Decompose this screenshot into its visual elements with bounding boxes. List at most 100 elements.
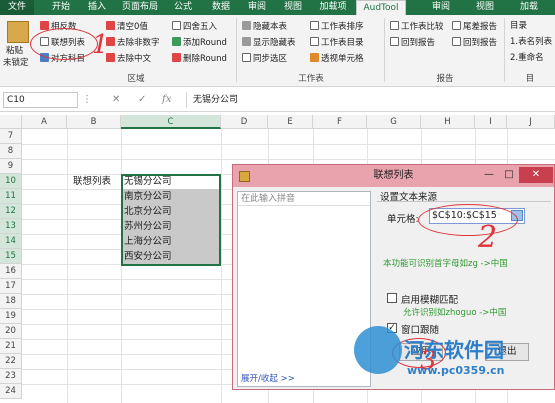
paste-icon[interactable]: [7, 21, 29, 43]
column-header-a[interactable]: A: [22, 115, 67, 129]
tab-page-layout[interactable]: 页面布局: [118, 0, 162, 15]
fx-icon[interactable]: fx: [162, 92, 171, 108]
tab-review[interactable]: 审阅: [240, 0, 274, 15]
remove-chinese-button[interactable]: 去除中文: [106, 53, 151, 65]
tab-review-2[interactable]: 审阅: [424, 0, 458, 15]
cancel-icon[interactable]: ✕: [112, 92, 120, 108]
maximize-icon[interactable]: □: [499, 167, 519, 183]
sheet-compare-button[interactable]: 工作表比较: [390, 21, 444, 33]
hide-sheet-label: 隐藏本表: [253, 22, 288, 32]
add-round-button[interactable]: 添加Round: [172, 37, 227, 49]
remove-nonnumeric-button[interactable]: 去除非数字: [106, 37, 160, 49]
row-header[interactable]: 21: [0, 339, 22, 354]
row-header[interactable]: 22: [0, 354, 22, 369]
sort-sheets-button[interactable]: 工作表排序: [310, 21, 364, 33]
hide-icon: [242, 21, 251, 30]
sheet-directory-button[interactable]: 工作表目录: [310, 37, 364, 49]
row-header[interactable]: 7: [0, 129, 22, 144]
row-header[interactable]: 16: [0, 264, 22, 279]
row-header[interactable]: 23: [0, 369, 22, 384]
column-header-h[interactable]: H: [421, 115, 475, 129]
column-header-f[interactable]: F: [313, 115, 367, 129]
show-hidden-button[interactable]: 显示隐藏表: [242, 37, 296, 49]
watermark-url: www.pc0359.cn: [407, 364, 505, 377]
cell-b10[interactable]: 联想列表: [70, 174, 121, 189]
sort-sheets-label: 工作表排序: [321, 22, 364, 32]
row-header[interactable]: 8: [0, 144, 22, 159]
dialog-titlebar[interactable]: 联想列表 — □ ✕: [233, 165, 554, 187]
row-header[interactable]: 9: [0, 159, 22, 174]
tab-insert[interactable]: 插入: [80, 0, 114, 15]
pivot-cell-label: 透视单元格: [321, 54, 364, 64]
annotation-number-1: 1: [92, 30, 109, 60]
rename-button[interactable]: 2.重命名: [510, 53, 544, 64]
tab-audtool[interactable]: AudTool: [356, 0, 406, 15]
tab-view-2[interactable]: 视图: [468, 0, 502, 15]
back-icon: [390, 37, 399, 46]
row-header[interactable]: 11: [0, 189, 22, 204]
round-button[interactable]: 四舍五入: [172, 21, 217, 33]
pivot-cell-button[interactable]: 透视单元格: [310, 53, 364, 65]
column-header-e[interactable]: E: [268, 115, 313, 129]
report-icon: [452, 21, 461, 30]
ribbon-tab-bar: 文件 开始 插入 页面布局 公式 数据 审阅 视图 加载项 AudTool 审阅…: [0, 0, 555, 15]
tab-addins[interactable]: 加载项: [312, 0, 354, 15]
back-to-report-label: 回到报告: [401, 38, 436, 48]
clear-zero-label: 清空0值: [117, 22, 148, 32]
column-header-b[interactable]: B: [67, 115, 121, 129]
gridline: [221, 129, 222, 403]
watermark-logo-icon: [354, 326, 402, 374]
name-box-dropdown-icon[interactable]: ⋮: [82, 92, 92, 108]
formula-input[interactable]: 无锡分公司: [186, 92, 552, 108]
tab-home[interactable]: 开始: [44, 0, 78, 15]
column-header-g[interactable]: G: [367, 115, 421, 129]
tab-formulas[interactable]: 公式: [166, 0, 200, 15]
row-header[interactable]: 17: [0, 279, 22, 294]
row-header[interactable]: 15: [0, 249, 22, 264]
pinyin-input[interactable]: 在此输入拼音: [238, 192, 370, 206]
note-initials: 本功能可识别首字母如zg ->中国: [383, 259, 508, 269]
row-header[interactable]: 12: [0, 204, 22, 219]
row-header[interactable]: 18: [0, 294, 22, 309]
tail-report-button[interactable]: 尾差报告: [452, 21, 497, 33]
sheet-name-list-button[interactable]: 1.表名列表: [510, 37, 552, 48]
column-header-d[interactable]: D: [221, 115, 268, 129]
sync-selection-button[interactable]: 同步选区: [242, 53, 287, 65]
select-all-corner[interactable]: [0, 115, 22, 129]
tab-addins-2[interactable]: 加载: [512, 0, 546, 15]
clear-zero-button[interactable]: 清空0值: [106, 21, 148, 33]
group-label-sheet: 工作表: [298, 74, 324, 84]
tab-data[interactable]: 数据: [204, 0, 238, 15]
hide-sheet-button[interactable]: 隐藏本表: [242, 21, 287, 33]
delete-icon: [172, 53, 181, 62]
unlocked-label[interactable]: 未锁定: [3, 58, 29, 69]
paste-button-label[interactable]: 粘贴: [6, 46, 23, 57]
row-header[interactable]: 19: [0, 309, 22, 324]
tab-view[interactable]: 视图: [276, 0, 310, 15]
fuzzy-label: 启用模糊匹配: [401, 295, 459, 306]
row-header[interactable]: 10: [0, 174, 22, 189]
column-header-i[interactable]: I: [475, 115, 507, 129]
column-header-j[interactable]: J: [507, 115, 555, 129]
sheet-compare-label: 工作表比较: [401, 22, 444, 32]
minimize-icon[interactable]: —: [479, 167, 499, 183]
close-icon[interactable]: ✕: [519, 167, 553, 183]
add-round-label: 添加Round: [183, 38, 227, 48]
delete-round-button[interactable]: 删除Round: [172, 53, 227, 65]
sync-icon: [242, 53, 251, 62]
column-header-c[interactable]: C: [121, 115, 221, 129]
fuzzy-checkbox[interactable]: [387, 293, 397, 303]
expand-collapse-link[interactable]: 展开/收起 >>: [241, 372, 295, 384]
back-to-report-button-2[interactable]: 回到报告: [452, 37, 497, 49]
row-header[interactable]: 24: [0, 384, 22, 399]
note-fuzzy: 允许识别如zhoguo ->中国: [403, 308, 507, 318]
row-header[interactable]: 20: [0, 324, 22, 339]
back-to-report-button[interactable]: 回到报告: [390, 37, 435, 49]
row-header[interactable]: 14: [0, 234, 22, 249]
enter-icon[interactable]: ✓: [138, 92, 146, 108]
formula-bar: C10 ⋮ ✕ ✓ fx 无锡分公司: [0, 88, 555, 112]
ribbon-separator: [504, 18, 505, 82]
row-header[interactable]: 13: [0, 219, 22, 234]
name-box[interactable]: C10: [3, 92, 78, 108]
tab-file[interactable]: 文件: [0, 0, 34, 15]
